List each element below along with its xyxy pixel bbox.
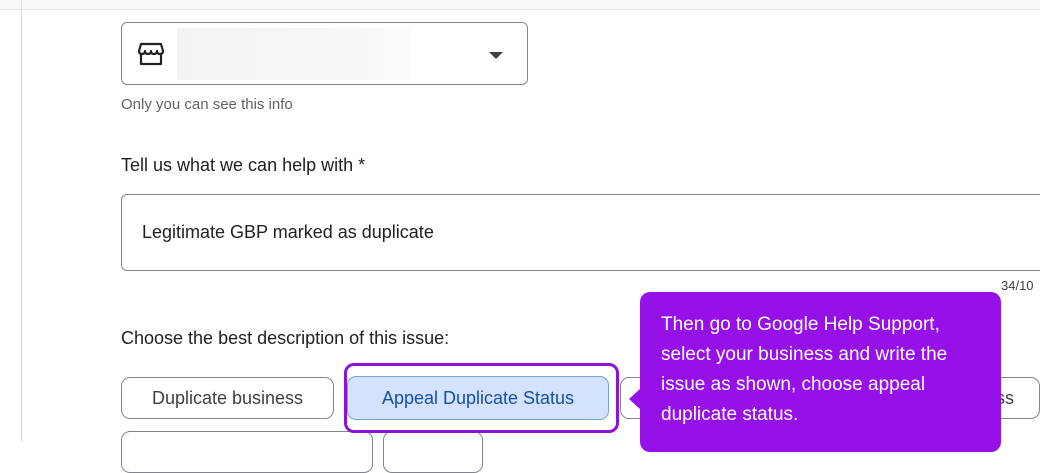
dropdown-arrow-icon[interactable]	[489, 52, 503, 59]
top-bar	[0, 0, 1040, 10]
chip-row2-first[interactable]	[121, 431, 373, 473]
selection-highlight	[344, 363, 619, 433]
character-counter: 34/10	[1001, 278, 1034, 293]
privacy-helper-text: Only you can see this info	[121, 96, 293, 113]
instruction-callout: Then go to Google Help Support, select y…	[640, 292, 1001, 452]
business-name-redacted	[177, 28, 410, 80]
chip-row2-second[interactable]	[383, 431, 483, 473]
help-field-label: Tell us what we can help with *	[121, 155, 366, 175]
help-text-value: Legitimate GBP marked as duplicate	[142, 222, 434, 242]
issue-description-label: Choose the best description of this issu…	[121, 328, 450, 348]
storefront-icon	[137, 42, 165, 66]
chip-duplicate-business[interactable]: Duplicate business	[121, 377, 334, 419]
left-divider	[21, 0, 22, 442]
business-select[interactable]	[121, 22, 528, 85]
help-text-field[interactable]: Legitimate GBP marked as duplicate	[121, 194, 1040, 271]
